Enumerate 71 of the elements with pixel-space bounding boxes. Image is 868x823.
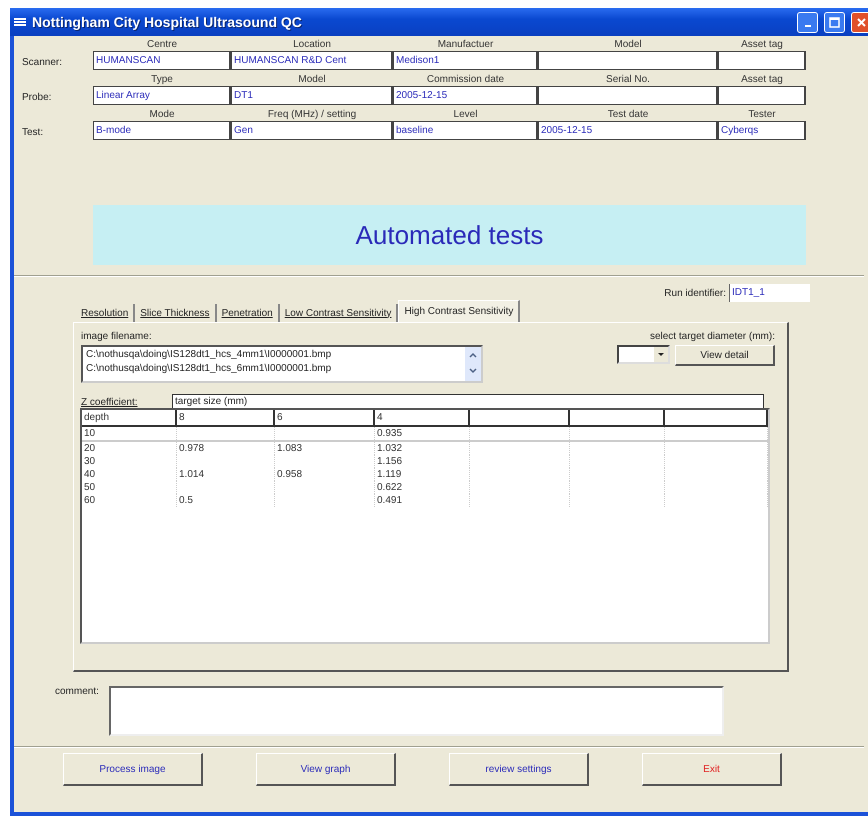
column-header: Type: [150, 73, 174, 86]
table-cell: 0.491: [375, 494, 470, 507]
action-button[interactable]: Exit: [642, 753, 782, 786]
table-cell: 0.958: [275, 468, 375, 481]
image-filename-label: image filename:: [81, 331, 153, 342]
banner: Automated tests: [93, 205, 806, 265]
tab[interactable]: High Contrast Sensitivity: [398, 300, 520, 322]
table-cell: 30: [82, 455, 177, 468]
text-field[interactable]: Gen: [231, 121, 393, 140]
column-header: Commission date: [426, 73, 506, 86]
tab[interactable]: Penetration: [216, 304, 280, 322]
action-button[interactable]: review settings: [449, 753, 589, 786]
table-cell: 40: [82, 468, 177, 481]
group-header: target size (mm): [172, 394, 764, 408]
column-header: Serial No.: [605, 73, 651, 86]
window-title: Nottingham City Hospital Ultrasound QC: [32, 14, 303, 30]
table-cell: 0.622: [375, 481, 470, 494]
target-diameter-label: select target diameter (mm):: [650, 331, 775, 342]
run-identifier-label: Run identifier:: [664, 288, 726, 298]
row-label: Scanner:: [21, 56, 64, 68]
view-detail-button[interactable]: View detail: [675, 345, 775, 366]
action-button[interactable]: Process image: [63, 753, 203, 786]
column-header: Test date: [606, 108, 650, 121]
tab[interactable]: Slice Thickness: [135, 304, 217, 322]
column-header: Level: [452, 108, 478, 121]
column-header: Centre: [146, 38, 178, 51]
table-cell: 10: [82, 427, 177, 440]
text-field[interactable]: B-mode: [93, 121, 231, 140]
column-header: Model: [297, 73, 327, 86]
list-item[interactable]: C:\nothusqa\doing\IS128dt1_hcs_4mm1\I0000001.bmp: [86, 348, 462, 362]
table-cell: 1.014: [177, 468, 275, 481]
column-header: Model: [613, 38, 643, 51]
text-field[interactable]: Linear Array: [93, 86, 231, 105]
table-cell: 0.5: [177, 494, 275, 507]
z-coefficient-label: Z coefficient:: [81, 397, 139, 408]
column-header: 8: [177, 410, 275, 425]
action-button[interactable]: View graph: [256, 753, 396, 786]
column-header: Manufactuer: [436, 38, 494, 51]
run-identifier-field[interactable]: IDT1_1: [729, 284, 810, 302]
table-cell: 20: [82, 442, 177, 455]
table-cell: 60: [82, 494, 177, 507]
column-header: Asset tag: [740, 73, 784, 86]
table-cell: 50: [82, 481, 177, 494]
text-field[interactable]: HUMANSCAN: [93, 51, 231, 70]
text-field[interactable]: Cyberqs: [718, 121, 806, 140]
table-cell: 1.156: [375, 455, 470, 468]
column-header: Location: [292, 38, 332, 51]
column-header: 4: [375, 410, 470, 425]
text-field[interactable]: 2005-12-15: [393, 86, 538, 105]
table-cell: 0.935: [375, 427, 470, 440]
column-header: Tester: [747, 108, 777, 121]
filename-list[interactable]: C:\nothusqa\doing\IS128dt1_hcs_4mm1\I0000001.bmp C:\nothusqa\doing\IS128dt1_hcs_6mm1\I0000001.bmp: [81, 345, 483, 383]
text-field[interactable]: baseline: [393, 121, 538, 140]
column-header: Freq (MHz) / setting: [266, 108, 358, 121]
comment-label: comment:: [55, 686, 99, 697]
table-cell: 1.032: [375, 442, 470, 455]
text-field[interactable]: Medison1: [393, 51, 538, 70]
text-field[interactable]: DT1: [231, 86, 393, 105]
row-label: Test:: [21, 126, 44, 138]
column-header: Mode: [148, 108, 176, 121]
table-cell: 0.978: [177, 442, 275, 455]
tab[interactable]: Resolution: [76, 304, 136, 322]
text-field[interactable]: 2005-12-15: [538, 121, 718, 140]
column-header: depth: [82, 410, 177, 425]
list-item[interactable]: C:\nothusqa\doing\IS128dt1_hcs_6mm1\I0000001.bmp: [86, 362, 462, 376]
text-field[interactable]: HUMANSCAN R&D Cent: [231, 51, 393, 70]
row-label: Probe:: [21, 92, 52, 102]
column-header: Asset tag: [740, 38, 784, 51]
table-cell: 1.083: [275, 442, 375, 455]
table-cell: 1.119: [375, 468, 470, 481]
column-header: 6: [275, 410, 375, 425]
